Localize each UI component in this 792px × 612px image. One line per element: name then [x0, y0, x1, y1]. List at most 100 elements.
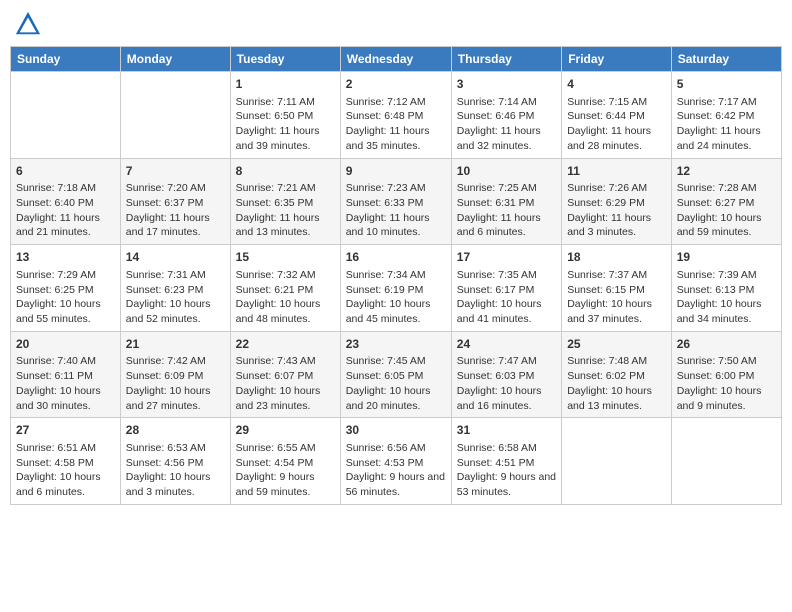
day-info: Sunrise: 7:42 AM Sunset: 6:09 PM Dayligh… [126, 354, 225, 413]
col-header-monday: Monday [120, 47, 230, 72]
calendar-cell: 19 Sunrise: 7:39 AM Sunset: 6:13 PM Dayli… [671, 245, 781, 332]
day-number: 8 [236, 163, 335, 180]
day-info: Sunrise: 7:35 AM Sunset: 6:17 PM Dayligh… [457, 268, 556, 327]
header-row: SundayMondayTuesdayWednesdayThursdayFrid… [11, 47, 782, 72]
day-info: Sunrise: 7:25 AM Sunset: 6:31 PM Dayligh… [457, 181, 556, 240]
day-number: 2 [346, 76, 446, 93]
day-info: Sunrise: 7:34 AM Sunset: 6:19 PM Dayligh… [346, 268, 446, 327]
calendar-cell: 2 Sunrise: 7:12 AM Sunset: 6:48 PM Daylig… [340, 72, 451, 159]
calendar-cell: 15 Sunrise: 7:32 AM Sunset: 6:21 PM Dayli… [230, 245, 340, 332]
day-info: Sunrise: 6:56 AM Sunset: 4:53 PM Dayligh… [346, 441, 446, 500]
calendar-cell: 11Sunrise: 7:26 AM Sunset: 6:29 PM Dayli… [562, 158, 672, 245]
day-number: 28 [126, 422, 225, 439]
day-number: 5 [677, 76, 776, 93]
col-header-thursday: Thursday [451, 47, 561, 72]
day-info: Sunrise: 7:28 AM Sunset: 6:27 PM Dayligh… [677, 181, 776, 240]
calendar-cell: 5 Sunrise: 7:17 AM Sunset: 6:42 PM Daylig… [671, 72, 781, 159]
logo [14, 10, 46, 38]
day-number: 22 [236, 336, 335, 353]
day-info: Sunrise: 7:37 AM Sunset: 6:15 PM Dayligh… [567, 268, 666, 327]
day-number: 7 [126, 163, 225, 180]
week-row-2: 6Sunrise: 7:18 AM Sunset: 6:40 PM Daylig… [11, 158, 782, 245]
calendar-cell: 8Sunrise: 7:21 AM Sunset: 6:35 PM Daylig… [230, 158, 340, 245]
calendar-cell: 21Sunrise: 7:42 AM Sunset: 6:09 PM Dayli… [120, 331, 230, 418]
day-info: Sunrise: 7:26 AM Sunset: 6:29 PM Dayligh… [567, 181, 666, 240]
day-number: 26 [677, 336, 776, 353]
calendar-cell: 29Sunrise: 6:55 AM Sunset: 4:54 PM Dayli… [230, 418, 340, 505]
calendar-cell: 25Sunrise: 7:48 AM Sunset: 6:02 PM Dayli… [562, 331, 672, 418]
day-info: Sunrise: 7:50 AM Sunset: 6:00 PM Dayligh… [677, 354, 776, 413]
day-number: 23 [346, 336, 446, 353]
calendar-cell: 6Sunrise: 7:18 AM Sunset: 6:40 PM Daylig… [11, 158, 121, 245]
day-number: 31 [457, 422, 556, 439]
calendar-cell [562, 418, 672, 505]
calendar-cell: 28 Sunrise: 6:53 AM Sunset: 4:56 PM Dayli… [120, 418, 230, 505]
calendar-table: SundayMondayTuesdayWednesdayThursdayFrid… [10, 46, 782, 505]
day-info: Sunrise: 6:55 AM Sunset: 4:54 PM Dayligh… [236, 441, 335, 500]
day-number: 4 [567, 76, 666, 93]
day-info: Sunrise: 7:15 AM Sunset: 6:44 PM Dayligh… [567, 95, 666, 154]
calendar-cell: 20Sunrise: 7:40 AM Sunset: 6:11 PM Dayli… [11, 331, 121, 418]
day-number: 12 [677, 163, 776, 180]
col-header-tuesday: Tuesday [230, 47, 340, 72]
day-number: 13 [16, 249, 115, 266]
day-info: Sunrise: 7:29 AM Sunset: 6:25 PM Dayligh… [16, 268, 115, 327]
calendar-cell: 27 Sunrise: 6:51 AM Sunset: 4:58 PM Dayli… [11, 418, 121, 505]
day-info: Sunrise: 7:39 AM Sunset: 6:13 PM Dayligh… [677, 268, 776, 327]
day-info: Sunrise: 7:43 AM Sunset: 6:07 PM Dayligh… [236, 354, 335, 413]
day-number: 15 [236, 249, 335, 266]
day-number: 19 [677, 249, 776, 266]
col-header-saturday: Saturday [671, 47, 781, 72]
day-number: 6 [16, 163, 115, 180]
calendar-cell: 22Sunrise: 7:43 AM Sunset: 6:07 PM Dayli… [230, 331, 340, 418]
week-row-3: 13 Sunrise: 7:29 AM Sunset: 6:25 PM Dayli… [11, 245, 782, 332]
calendar-cell: 26Sunrise: 7:50 AM Sunset: 6:00 PM Dayli… [671, 331, 781, 418]
calendar-cell: 10Sunrise: 7:25 AM Sunset: 6:31 PM Dayli… [451, 158, 561, 245]
day-info: Sunrise: 6:53 AM Sunset: 4:56 PM Dayligh… [126, 441, 225, 500]
day-info: Sunrise: 7:11 AM Sunset: 6:50 PM Dayligh… [236, 95, 335, 154]
col-header-sunday: Sunday [11, 47, 121, 72]
day-number: 20 [16, 336, 115, 353]
calendar-cell: 12Sunrise: 7:28 AM Sunset: 6:27 PM Dayli… [671, 158, 781, 245]
calendar-cell: 3Sunrise: 7:14 AM Sunset: 6:46 PM Daylig… [451, 72, 561, 159]
day-info: Sunrise: 7:18 AM Sunset: 6:40 PM Dayligh… [16, 181, 115, 240]
calendar-cell: 13 Sunrise: 7:29 AM Sunset: 6:25 PM Dayli… [11, 245, 121, 332]
day-number: 16 [346, 249, 446, 266]
calendar-cell: 18Sunrise: 7:37 AM Sunset: 6:15 PM Dayli… [562, 245, 672, 332]
calendar-cell: 1 Sunrise: 7:11 AM Sunset: 6:50 PM Daylig… [230, 72, 340, 159]
day-number: 21 [126, 336, 225, 353]
week-row-5: 27 Sunrise: 6:51 AM Sunset: 4:58 PM Dayli… [11, 418, 782, 505]
calendar-cell: 9Sunrise: 7:23 AM Sunset: 6:33 PM Daylig… [340, 158, 451, 245]
day-number: 14 [126, 249, 225, 266]
col-header-wednesday: Wednesday [340, 47, 451, 72]
day-info: Sunrise: 7:12 AM Sunset: 6:48 PM Dayligh… [346, 95, 446, 154]
calendar-cell [671, 418, 781, 505]
day-number: 27 [16, 422, 115, 439]
day-info: Sunrise: 6:51 AM Sunset: 4:58 PM Dayligh… [16, 441, 115, 500]
day-number: 10 [457, 163, 556, 180]
calendar-cell: 16 Sunrise: 7:34 AM Sunset: 6:19 PM Dayli… [340, 245, 451, 332]
day-number: 1 [236, 76, 335, 93]
calendar-cell: 23Sunrise: 7:45 AM Sunset: 6:05 PM Dayli… [340, 331, 451, 418]
day-info: Sunrise: 7:31 AM Sunset: 6:23 PM Dayligh… [126, 268, 225, 327]
day-number: 25 [567, 336, 666, 353]
calendar-cell [120, 72, 230, 159]
calendar-cell: 24Sunrise: 7:47 AM Sunset: 6:03 PM Dayli… [451, 331, 561, 418]
page-header [10, 10, 782, 38]
day-info: Sunrise: 7:40 AM Sunset: 6:11 PM Dayligh… [16, 354, 115, 413]
day-info: Sunrise: 7:47 AM Sunset: 6:03 PM Dayligh… [457, 354, 556, 413]
calendar-cell: 31 Sunrise: 6:58 AM Sunset: 4:51 PM Dayli… [451, 418, 561, 505]
calendar-cell: 7Sunrise: 7:20 AM Sunset: 6:37 PM Daylig… [120, 158, 230, 245]
day-number: 24 [457, 336, 556, 353]
logo-icon [14, 10, 42, 38]
day-info: Sunrise: 7:48 AM Sunset: 6:02 PM Dayligh… [567, 354, 666, 413]
day-number: 9 [346, 163, 446, 180]
calendar-cell: 30 Sunrise: 6:56 AM Sunset: 4:53 PM Dayli… [340, 418, 451, 505]
day-number: 30 [346, 422, 446, 439]
calendar-cell: 4 Sunrise: 7:15 AM Sunset: 6:44 PM Daylig… [562, 72, 672, 159]
day-info: Sunrise: 7:32 AM Sunset: 6:21 PM Dayligh… [236, 268, 335, 327]
day-info: Sunrise: 7:17 AM Sunset: 6:42 PM Dayligh… [677, 95, 776, 154]
week-row-4: 20Sunrise: 7:40 AM Sunset: 6:11 PM Dayli… [11, 331, 782, 418]
day-info: Sunrise: 6:58 AM Sunset: 4:51 PM Dayligh… [457, 441, 556, 500]
col-header-friday: Friday [562, 47, 672, 72]
